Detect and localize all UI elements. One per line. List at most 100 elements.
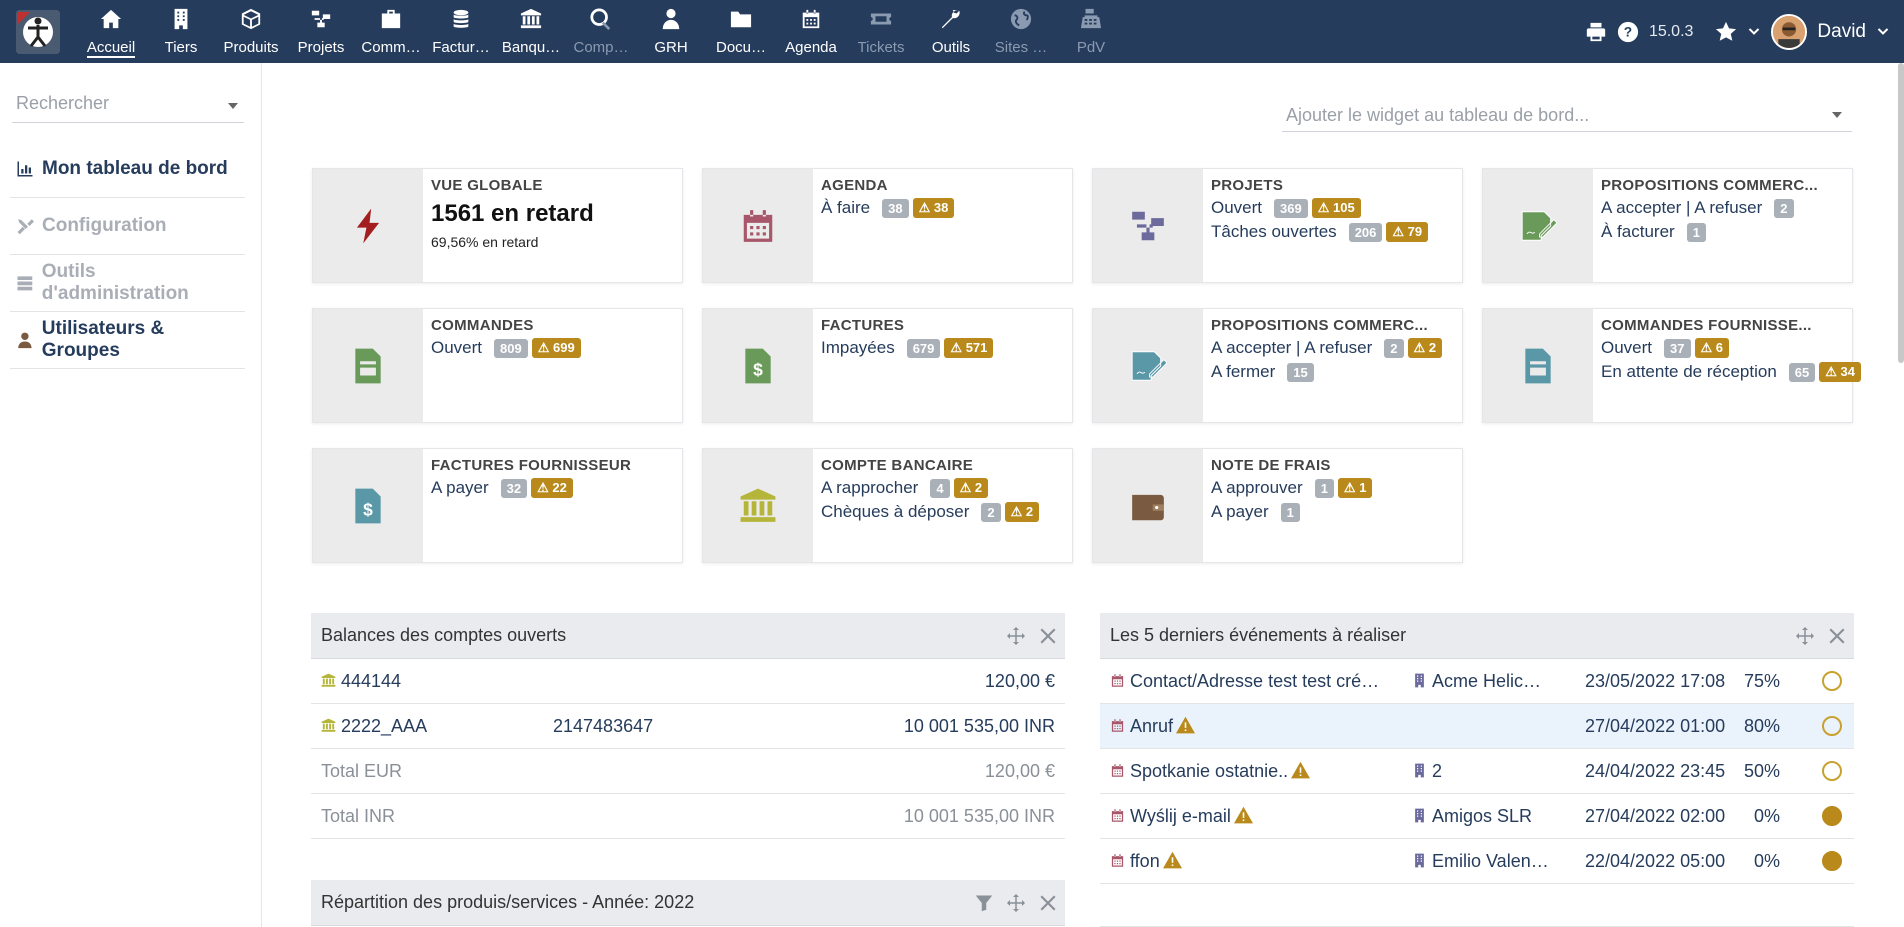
sidebar-item-configuration[interactable]: Configuration xyxy=(10,198,245,255)
close-icon[interactable] xyxy=(1039,894,1057,912)
print-icon[interactable] xyxy=(1585,21,1607,43)
line-label[interactable]: A rapprocher xyxy=(821,478,918,498)
event-label[interactable]: Wyślij e-mail xyxy=(1110,806,1253,827)
event-label[interactable]: Contact/Adresse test test cré… xyxy=(1110,671,1379,692)
table-row[interactable]: 444144 120,00 € xyxy=(311,659,1065,704)
box-proposals[interactable]: PROPOSITIONS COMMERC... A accepter | A r… xyxy=(1482,168,1853,283)
menu-item-comm[interactable]: Comm… xyxy=(356,0,426,63)
page-scrollbar[interactable] xyxy=(1898,63,1904,363)
user-avatar[interactable] xyxy=(1771,13,1808,50)
line-label[interactable]: Impayées xyxy=(821,338,895,358)
sidebar-item-dashboard[interactable]: Mon tableau de bord xyxy=(10,141,245,198)
close-icon[interactable] xyxy=(1828,627,1846,645)
menu-item-accueil[interactable]: Accueil xyxy=(76,0,146,63)
box-supplier-orders[interactable]: COMMANDES FOURNISSE... Ouvert 37 ⚠ 6 En at… xyxy=(1482,308,1862,423)
box-line[interactable]: Ouvert 369 ⚠ 105 xyxy=(1211,198,1458,218)
line-label[interactable]: A payer xyxy=(431,478,489,498)
box-expense-reports[interactable]: NOTE DE FRAIS A approuver 1 ⚠ 1 A payer 1 xyxy=(1092,448,1463,563)
sidebar-item-users-groups[interactable]: Utilisateurs & Groupes xyxy=(10,312,245,369)
event-label[interactable]: Spotkanie ostatnie.. xyxy=(1110,761,1311,782)
event-label[interactable]: Anruf xyxy=(1110,716,1196,737)
line-label[interactable]: Ouvert xyxy=(1601,338,1652,358)
box-projects[interactable]: PROJETS Ouvert 369 ⚠ 105 Tâches ouvertes 20… xyxy=(1092,168,1463,283)
line-label[interactable]: Ouvert xyxy=(1211,198,1262,218)
event-company[interactable]: 2 xyxy=(1412,761,1442,782)
menu-item-sites[interactable]: Sites … xyxy=(986,0,1056,63)
box-line[interactable]: A payer 32 ⚠ 22 xyxy=(431,478,678,498)
box-line[interactable]: Ouvert 37 ⚠ 6 xyxy=(1601,338,1848,358)
move-icon[interactable] xyxy=(1007,894,1025,912)
move-icon[interactable] xyxy=(1796,627,1814,645)
line-label[interactable]: A payer xyxy=(1211,502,1269,522)
event-row[interactable]: Contact/Adresse test test cré… Acme Helic… xyxy=(1100,659,1854,704)
event-company[interactable]: Emilio Valen… xyxy=(1412,851,1549,872)
line-label[interactable]: A approuver xyxy=(1211,478,1303,498)
line-label[interactable]: A accepter | A refuser xyxy=(1601,198,1762,218)
line-label[interactable]: À facturer xyxy=(1601,222,1675,242)
line-label[interactable]: En attente de réception xyxy=(1601,362,1777,382)
close-icon[interactable] xyxy=(1039,627,1057,645)
menu-item-pdv[interactable]: PdV xyxy=(1056,0,1126,63)
line-label[interactable]: Tâches ouvertes xyxy=(1211,222,1337,242)
line-label[interactable]: A fermer xyxy=(1211,362,1275,382)
box-line[interactable]: A fermer 15 xyxy=(1211,362,1458,382)
menu-item-banqu[interactable]: Banqu… xyxy=(496,0,566,63)
menu-item-docu[interactable]: Docu… xyxy=(706,0,776,63)
menu-item-agenda[interactable]: Agenda xyxy=(776,0,846,63)
box-line[interactable]: Ouvert 809 ⚠ 699 xyxy=(431,338,678,358)
box-line[interactable]: A payer 1 xyxy=(1211,502,1458,522)
box-line[interactable]: À faire 38 ⚠ 38 xyxy=(821,198,1068,218)
box-invoices[interactable]: $ FACTURES Impayées 679 ⚠ 571 xyxy=(702,308,1073,423)
box-global-view[interactable]: VUE GLOBALE 1561 en retard 69,56% en ret… xyxy=(312,168,683,283)
box-line[interactable]: Tâches ouvertes 206 ⚠ 79 xyxy=(1211,222,1458,242)
add-widget-select[interactable]: Ajouter le widget au tableau de bord... xyxy=(1282,100,1852,132)
box-line[interactable]: A accepter | A refuser 2 ⚠ 2 xyxy=(1211,338,1458,358)
chevron-down-icon[interactable] xyxy=(1747,25,1761,39)
filter-icon[interactable] xyxy=(975,894,993,912)
event-company[interactable]: Acme Helic… xyxy=(1412,671,1541,692)
warning-icon xyxy=(1162,851,1182,868)
search-select[interactable]: Rechercher xyxy=(12,93,244,123)
box-line[interactable]: Impayées 679 ⚠ 571 xyxy=(821,338,1068,358)
box-orders[interactable]: COMMANDES Ouvert 809 ⚠ 699 xyxy=(312,308,683,423)
box-line[interactable]: A rapprocher 4 ⚠ 2 xyxy=(821,478,1068,498)
table-row[interactable]: 2222_AAA 2147483647 10 001 535,00 INR xyxy=(311,704,1065,749)
account-name[interactable]: 444144 xyxy=(321,671,401,692)
move-icon[interactable] xyxy=(1007,627,1025,645)
line-label[interactable]: Ouvert xyxy=(431,338,482,358)
menu-item-produits[interactable]: Produits xyxy=(216,0,286,63)
app-logo[interactable] xyxy=(16,10,60,54)
help-icon[interactable]: ? xyxy=(1617,21,1639,43)
event-label[interactable]: ffon xyxy=(1110,851,1182,872)
menu-item-grh[interactable]: GRH xyxy=(636,0,706,63)
box-bank-account[interactable]: COMPTE BANCAIRE A rapprocher 4 ⚠ 2 Chèques… xyxy=(702,448,1073,563)
user-menu-chevron-icon[interactable] xyxy=(1876,25,1890,39)
sidebar-item-admin-tools[interactable]: Outils d'administration xyxy=(10,255,245,312)
box-line[interactable]: Chèques à déposer 2 ⚠ 2 xyxy=(821,502,1068,522)
line-label[interactable]: A accepter | A refuser xyxy=(1211,338,1372,358)
bookmark-star-icon[interactable] xyxy=(1715,21,1737,43)
menu-item-factur[interactable]: Factur… xyxy=(426,0,496,63)
account-name[interactable]: 2222_AAA xyxy=(321,716,427,737)
box-agenda[interactable]: AGENDA À faire 38 ⚠ 38 xyxy=(702,168,1073,283)
menu-item-comp[interactable]: Comp… xyxy=(566,0,636,63)
event-row[interactable]: ffon Emilio Valen… 22/04/2022 05:00 0% xyxy=(1100,839,1854,884)
box-line[interactable]: À facturer 1 xyxy=(1601,222,1848,242)
late-count[interactable]: 1561 en retard xyxy=(431,200,678,228)
box-proposals-supplier[interactable]: PROPOSITIONS COMMERC... A accepter | A r… xyxy=(1092,308,1463,423)
menu-item-projets[interactable]: Projets xyxy=(286,0,356,63)
box-supplier-invoices[interactable]: $ FACTURES FOURNISSEUR A payer 32 ⚠ 22 xyxy=(312,448,683,563)
box-line[interactable]: A approuver 1 ⚠ 1 xyxy=(1211,478,1458,498)
event-row[interactable]: Wyślij e-mail Amigos SLR 27/04/2022 02:00 0… xyxy=(1100,794,1854,839)
menu-item-tiers[interactable]: Tiers xyxy=(146,0,216,63)
user-name[interactable]: David xyxy=(1817,21,1866,43)
line-label[interactable]: À faire xyxy=(821,198,870,218)
box-line[interactable]: A accepter | A refuser 2 xyxy=(1601,198,1848,218)
box-line[interactable]: En attente de réception 65 ⚠ 34 xyxy=(1601,362,1862,382)
event-row[interactable]: Spotkanie ostatnie.. 2 24/04/2022 23:45 50% xyxy=(1100,749,1854,794)
menu-item-outils[interactable]: Outils xyxy=(916,0,986,63)
menu-item-tickets[interactable]: Tickets xyxy=(846,0,916,63)
event-company[interactable]: Amigos SLR xyxy=(1412,806,1532,827)
event-row[interactable]: Anruf 27/04/2022 01:00 80% xyxy=(1100,704,1854,749)
line-label[interactable]: Chèques à déposer xyxy=(821,502,969,522)
